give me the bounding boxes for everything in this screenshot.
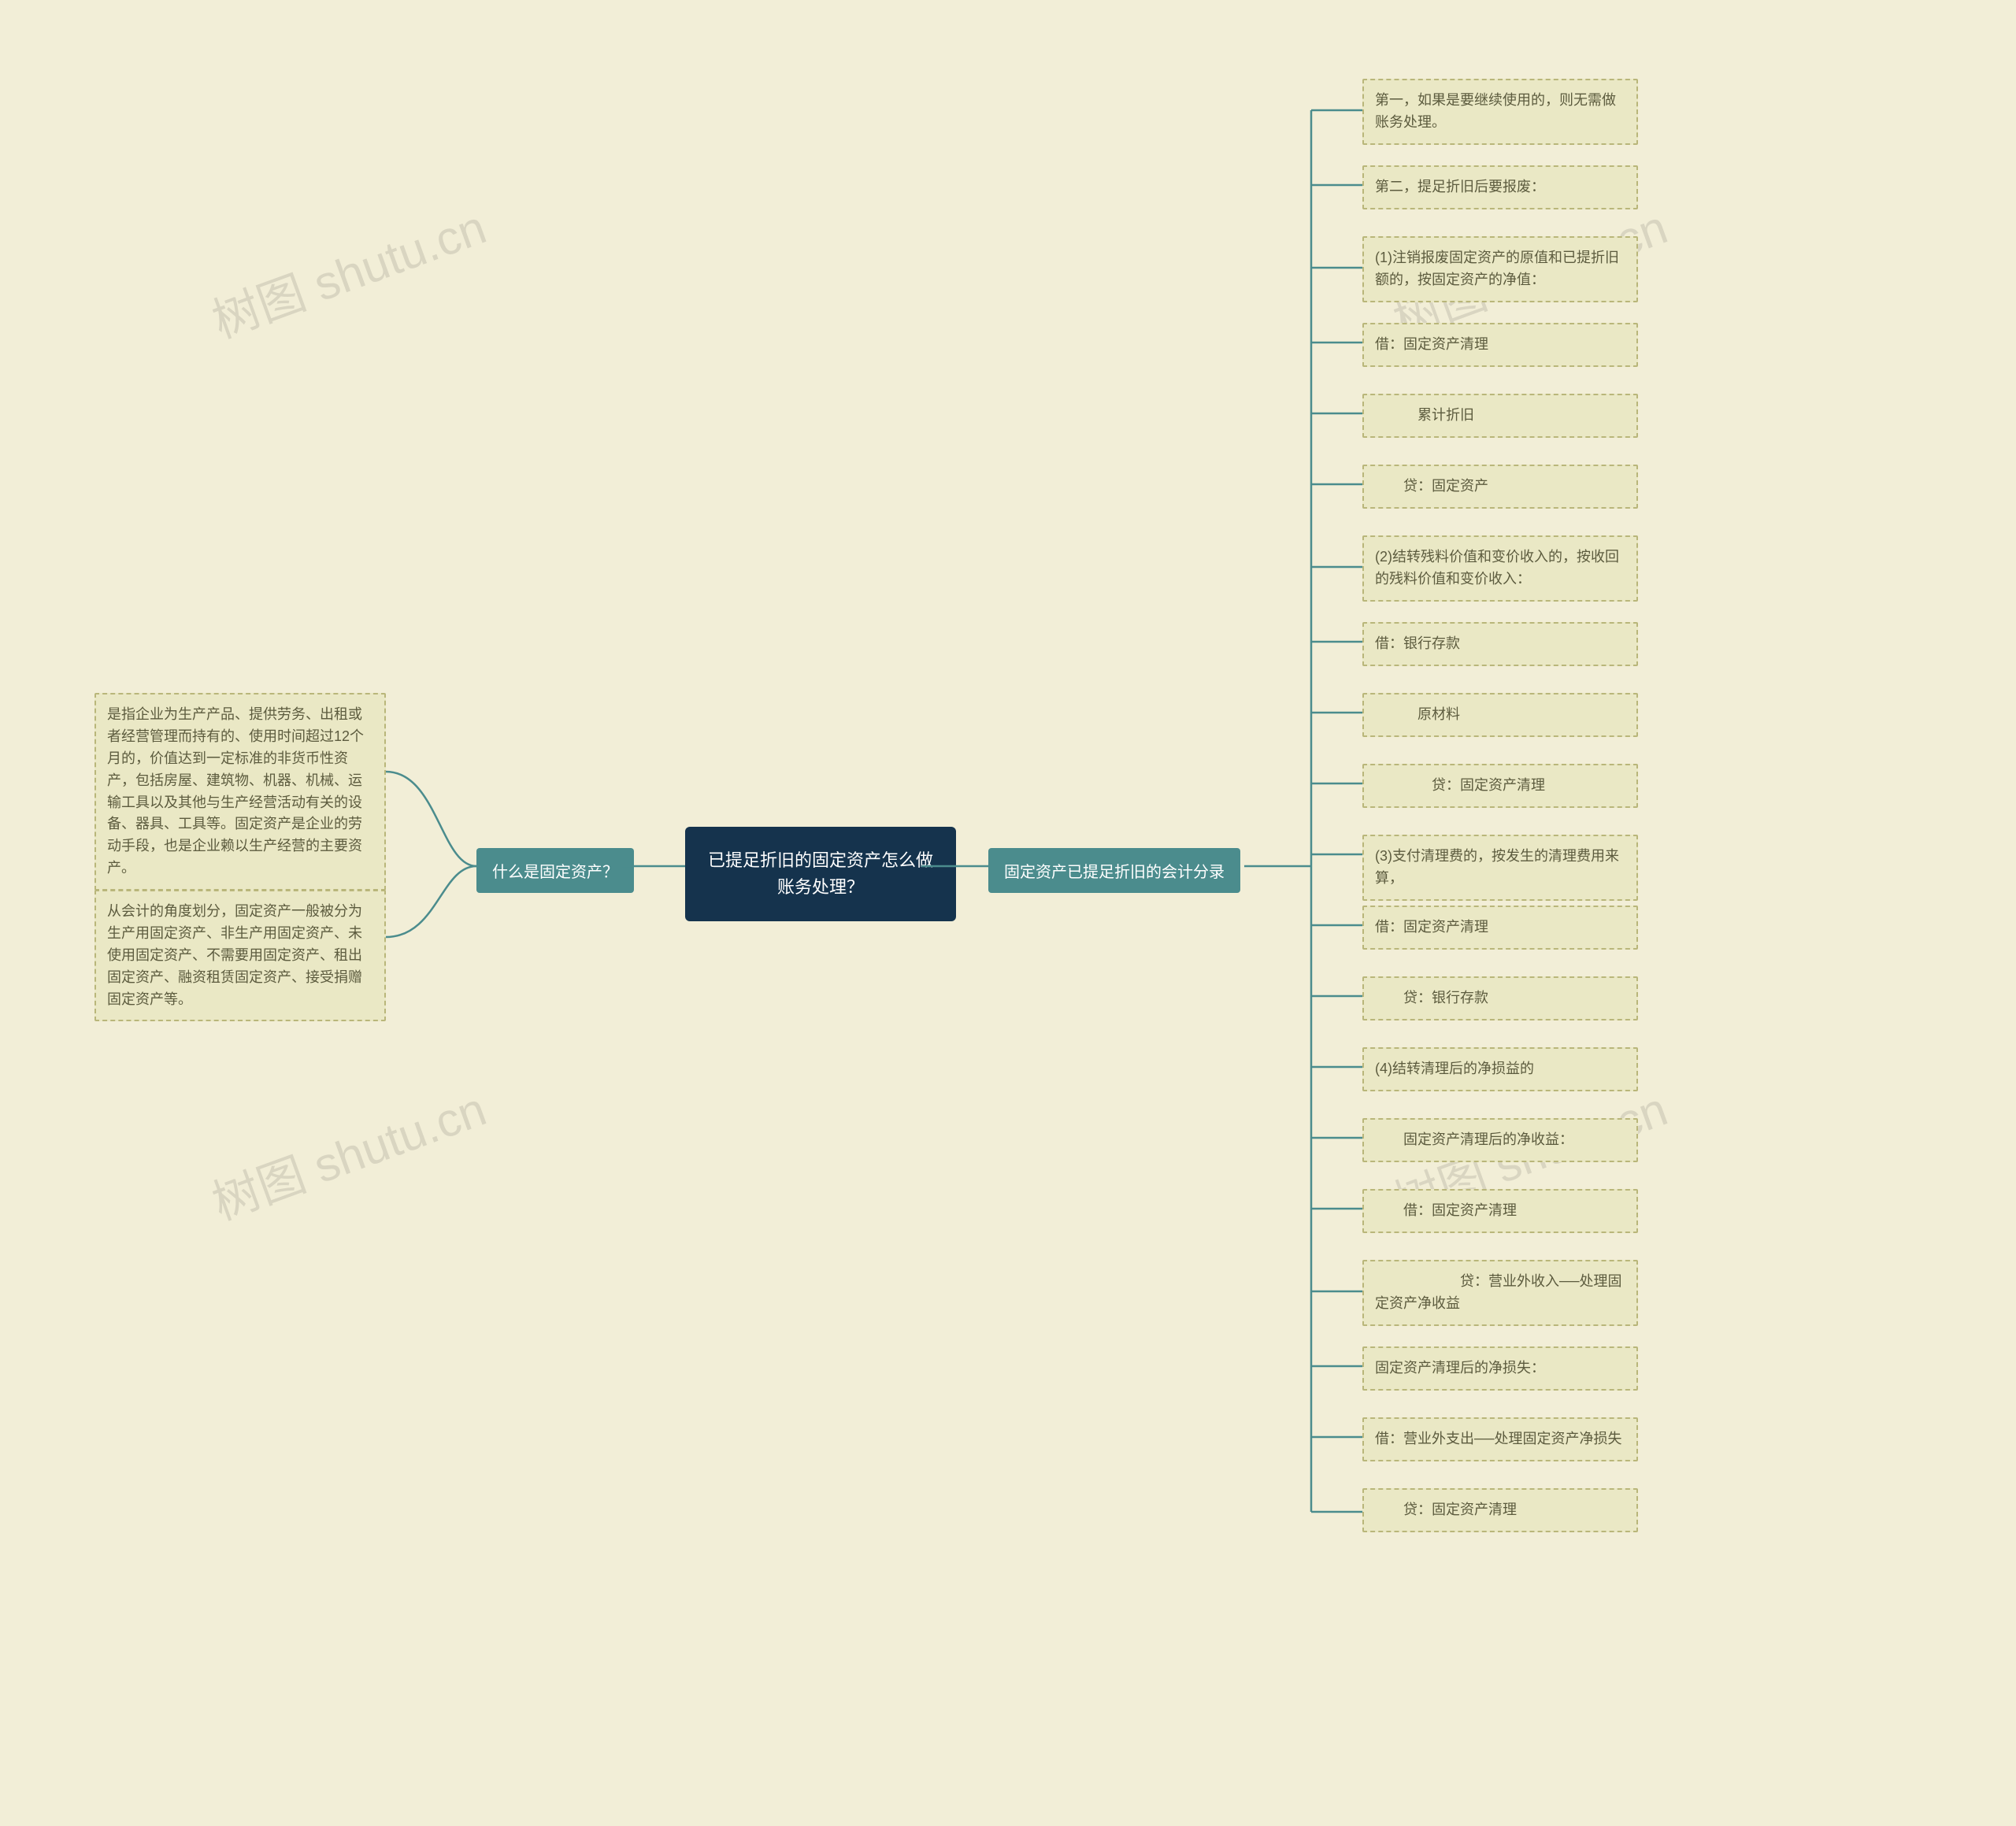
right-leaf-8: 借：银行存款	[1362, 622, 1638, 666]
right-leaf-9: 原材料	[1362, 693, 1638, 737]
right-leaf-1: 第一，如果是要继续使用的，则无需做账务处理。	[1362, 79, 1638, 145]
left-leaf-1: 是指企业为生产产品、提供劳务、出租或者经营管理而持有的、使用时间超过12个月的，…	[94, 693, 386, 891]
right-leaf-20: 贷：固定资产清理	[1362, 1488, 1638, 1532]
leaf-text: 累计折旧	[1375, 407, 1474, 423]
right-leaf-19: 借：营业外支出──处理固定资产净损失	[1362, 1417, 1638, 1461]
right-leaf-10: 贷：固定资产清理	[1362, 764, 1638, 808]
leaf-text: (3)支付清理费的，按发生的清理费用来算，	[1375, 848, 1619, 886]
right-leaf-4: 借：固定资产清理	[1362, 323, 1638, 367]
leaf-text: 借：固定资产清理	[1375, 336, 1488, 352]
leaf-text: 贷：银行存款	[1375, 990, 1488, 1006]
right-leaf-6: 贷：固定资产	[1362, 465, 1638, 509]
mindmap-root: 已提足折旧的固定资产怎么做账务处理？	[685, 827, 956, 921]
right-leaf-14: (4)结转清理后的净损益的	[1362, 1047, 1638, 1091]
leaf-text: (4)结转清理后的净损益的	[1375, 1061, 1534, 1076]
leaf-text: 贷：固定资产	[1375, 478, 1488, 494]
leaf-text: 贷：固定资产清理	[1375, 777, 1545, 793]
right-branch-label: 固定资产已提足折旧的会计分录	[1004, 864, 1225, 881]
right-leaf-12: 借：固定资产清理	[1362, 906, 1638, 950]
leaf-text: 第二，提足折旧后要报废：	[1375, 179, 1545, 194]
right-leaf-5: 累计折旧	[1362, 394, 1638, 438]
leaf-text: 固定资产清理后的净损失：	[1375, 1360, 1545, 1376]
right-leaf-18: 固定资产清理后的净损失：	[1362, 1346, 1638, 1391]
left-leaf-2: 从会计的角度划分，固定资产一般被分为生产用固定资产、非生产用固定资产、未使用固定…	[94, 890, 386, 1021]
right-leaf-17: 贷：营业外收入──处理固定资产净收益	[1362, 1260, 1638, 1326]
leaf-text: 借：银行存款	[1375, 635, 1460, 651]
leaf-text: 贷：营业外收入──处理固定资产净收益	[1375, 1273, 1622, 1311]
right-leaf-15: 固定资产清理后的净收益：	[1362, 1118, 1638, 1162]
leaf-text: 借：固定资产清理	[1375, 1202, 1517, 1218]
right-branch: 固定资产已提足折旧的会计分录	[988, 848, 1240, 893]
right-leaf-7: (2)结转残料价值和变价收入的，按收回的残料价值和变价收入：	[1362, 535, 1638, 602]
left-branch-label: 什么是固定资产？	[492, 864, 618, 881]
watermark: 树图 shutu.cn	[202, 189, 494, 351]
right-leaf-13: 贷：银行存款	[1362, 976, 1638, 1020]
right-leaf-3: (1)注销报废固定资产的原值和已提折旧额的，按固定资产的净值：	[1362, 236, 1638, 302]
left-branch: 什么是固定资产？	[476, 848, 634, 893]
root-title: 已提足折旧的固定资产怎么做账务处理？	[708, 850, 933, 897]
leaf-text: (1)注销报废固定资产的原值和已提折旧额的，按固定资产的净值：	[1375, 250, 1619, 287]
right-leaf-11: (3)支付清理费的，按发生的清理费用来算，	[1362, 835, 1638, 901]
leaf-text: 从会计的角度划分，固定资产一般被分为生产用固定资产、非生产用固定资产、未使用固定…	[107, 903, 362, 1007]
right-leaf-16: 借：固定资产清理	[1362, 1189, 1638, 1233]
leaf-text: 借：营业外支出──处理固定资产净损失	[1375, 1431, 1622, 1446]
leaf-text: 原材料	[1375, 706, 1460, 722]
leaf-text: 第一，如果是要继续使用的，则无需做账务处理。	[1375, 92, 1616, 130]
leaf-text: (2)结转残料价值和变价收入的，按收回的残料价值和变价收入：	[1375, 549, 1619, 587]
leaf-text: 固定资产清理后的净收益：	[1375, 1132, 1573, 1147]
leaf-text: 贷：固定资产清理	[1375, 1502, 1517, 1517]
leaf-text: 借：固定资产清理	[1375, 919, 1488, 935]
right-leaf-2: 第二，提足折旧后要报废：	[1362, 165, 1638, 209]
leaf-text: 是指企业为生产产品、提供劳务、出租或者经营管理而持有的、使用时间超过12个月的，…	[107, 706, 364, 876]
watermark: 树图 shutu.cn	[202, 1071, 494, 1233]
